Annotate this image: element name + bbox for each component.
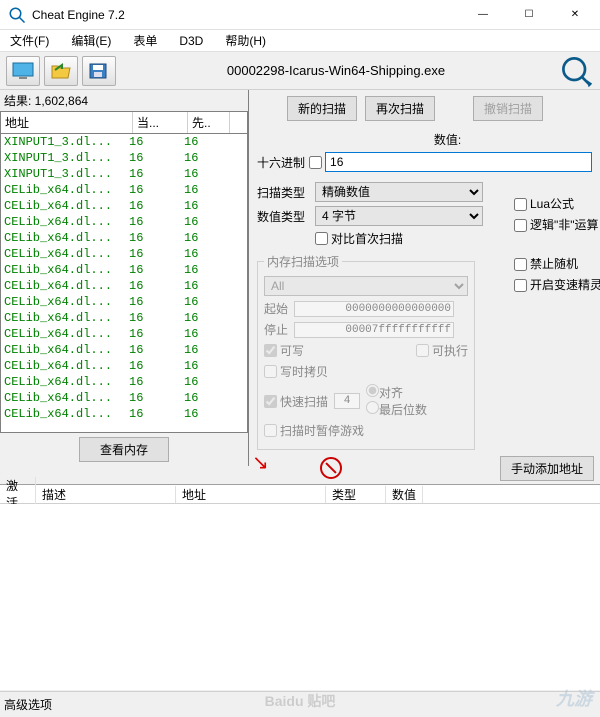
col-value[interactable]: 数值 — [386, 486, 423, 503]
result-row[interactable]: CELib_x64.dl...1616 — [1, 278, 247, 294]
value-input[interactable] — [325, 152, 592, 172]
open-process-button[interactable] — [6, 56, 40, 86]
lua-formula-checkbox[interactable] — [514, 198, 527, 211]
pause-checkbox[interactable] — [264, 424, 277, 437]
fastscan-value[interactable] — [334, 393, 360, 409]
writable-checkbox[interactable] — [264, 344, 277, 357]
folder-open-icon — [50, 62, 72, 80]
memopt-all-select[interactable]: All — [264, 276, 468, 296]
minimize-button[interactable]: — — [460, 0, 506, 30]
new-scan-button[interactable]: 新的扫描 — [287, 96, 357, 121]
save-button[interactable] — [82, 56, 116, 86]
watermark-baidu: Baidu 贴吧 — [265, 691, 336, 711]
col-current[interactable]: 当... — [133, 112, 188, 133]
next-scan-button[interactable]: 再次扫描 — [365, 96, 435, 121]
hex-checkbox[interactable] — [309, 156, 322, 169]
app-icon — [8, 6, 26, 24]
result-row[interactable]: CELib_x64.dl...1616 — [1, 390, 247, 406]
compare-first-label: 对比首次扫描 — [331, 230, 403, 247]
result-row[interactable]: CELib_x64.dl...1616 — [1, 230, 247, 246]
process-name: 00002298-Icarus-Win64-Shipping.exe — [120, 63, 552, 78]
menu-help[interactable]: 帮助(H) — [221, 30, 270, 51]
open-file-button[interactable] — [44, 56, 78, 86]
address-list-header: 激活 描述 地址 类型 数值 — [0, 484, 600, 504]
menu-edit[interactable]: 编辑(E) — [67, 30, 115, 51]
view-memory-button[interactable]: 查看内存 — [79, 437, 169, 462]
close-button[interactable]: ✕ — [552, 0, 598, 30]
col-type[interactable]: 类型 — [326, 486, 386, 503]
result-row[interactable]: CELib_x64.dl...1616 — [1, 406, 247, 422]
watermark-jiuyou: 九游 — [556, 685, 592, 711]
advanced-options[interactable]: 高级选项 — [4, 696, 52, 713]
result-row[interactable]: XINPUT1_3.dl...1616 — [1, 166, 247, 182]
logic-not-checkbox[interactable] — [514, 219, 527, 232]
value-label: 数值: — [434, 131, 461, 148]
monitor-icon — [12, 62, 34, 80]
compare-first-checkbox[interactable] — [315, 232, 328, 245]
menu-file[interactable]: 文件(F) — [6, 30, 53, 51]
result-row[interactable]: CELib_x64.dl...1616 — [1, 342, 247, 358]
undo-scan-button[interactable]: 撤销扫描 — [473, 96, 543, 121]
results-header: 地址 当... 先.. — [0, 111, 248, 133]
results-count: 结果: 1,602,864 — [0, 90, 248, 111]
col-previous[interactable]: 先.. — [188, 112, 230, 133]
add-to-list-arrow-icon[interactable]: ↘ — [252, 450, 269, 475]
fastscan-checkbox[interactable] — [264, 395, 277, 408]
result-row[interactable]: CELib_x64.dl...1616 — [1, 326, 247, 342]
menu-d3d[interactable]: D3D — [175, 32, 207, 50]
cow-checkbox[interactable] — [264, 365, 277, 378]
hex-label: 十六进制 — [257, 154, 305, 171]
address-list[interactable] — [0, 504, 600, 690]
col-addr[interactable]: 地址 — [176, 486, 326, 503]
ce-logo-icon[interactable] — [558, 53, 594, 89]
result-row[interactable]: CELib_x64.dl...1616 — [1, 294, 247, 310]
valtype-label: 数值类型 — [257, 208, 311, 225]
lastbit-radio[interactable] — [366, 401, 379, 414]
manual-add-button[interactable]: 手动添加地址 — [500, 456, 594, 481]
scantype-select[interactable]: 精确数值 — [315, 182, 483, 202]
executable-checkbox[interactable] — [416, 344, 429, 357]
window-title: Cheat Engine 7.2 — [32, 8, 460, 22]
no-scan-icon — [320, 457, 342, 479]
save-icon — [88, 62, 110, 80]
result-row[interactable]: XINPUT1_3.dl...1616 — [1, 150, 247, 166]
menu-table[interactable]: 表单 — [129, 30, 161, 51]
result-row[interactable]: XINPUT1_3.dl...1616 — [1, 134, 247, 150]
memory-scan-options: 内存扫描选项 All 起始 停止 可写 可执行 写时拷贝 快速扫描 对齐 最后位… — [257, 253, 475, 450]
result-row[interactable]: CELib_x64.dl...1616 — [1, 262, 247, 278]
memopt-legend: 内存扫描选项 — [264, 253, 342, 270]
valtype-select[interactable]: 4 字节 — [315, 206, 483, 226]
start-address-input[interactable] — [294, 301, 454, 317]
result-row[interactable]: CELib_x64.dl...1616 — [1, 198, 247, 214]
col-address[interactable]: 地址 — [1, 112, 133, 133]
enable-speed-checkbox[interactable] — [514, 279, 527, 292]
result-row[interactable]: CELib_x64.dl...1616 — [1, 310, 247, 326]
result-row[interactable]: CELib_x64.dl...1616 — [1, 374, 247, 390]
result-row[interactable]: CELib_x64.dl...1616 — [1, 358, 247, 374]
result-row[interactable]: CELib_x64.dl...1616 — [1, 246, 247, 262]
result-row[interactable]: CELib_x64.dl...1616 — [1, 182, 247, 198]
result-row[interactable]: CELib_x64.dl...1616 — [1, 214, 247, 230]
col-desc[interactable]: 描述 — [36, 486, 176, 503]
disable-random-checkbox[interactable] — [514, 258, 527, 271]
maximize-button[interactable]: ☐ — [506, 0, 552, 30]
stop-address-input[interactable] — [294, 322, 454, 338]
align-radio[interactable] — [366, 384, 379, 397]
scantype-label: 扫描类型 — [257, 184, 311, 201]
results-list[interactable]: XINPUT1_3.dl...1616XINPUT1_3.dl...1616XI… — [0, 133, 248, 433]
